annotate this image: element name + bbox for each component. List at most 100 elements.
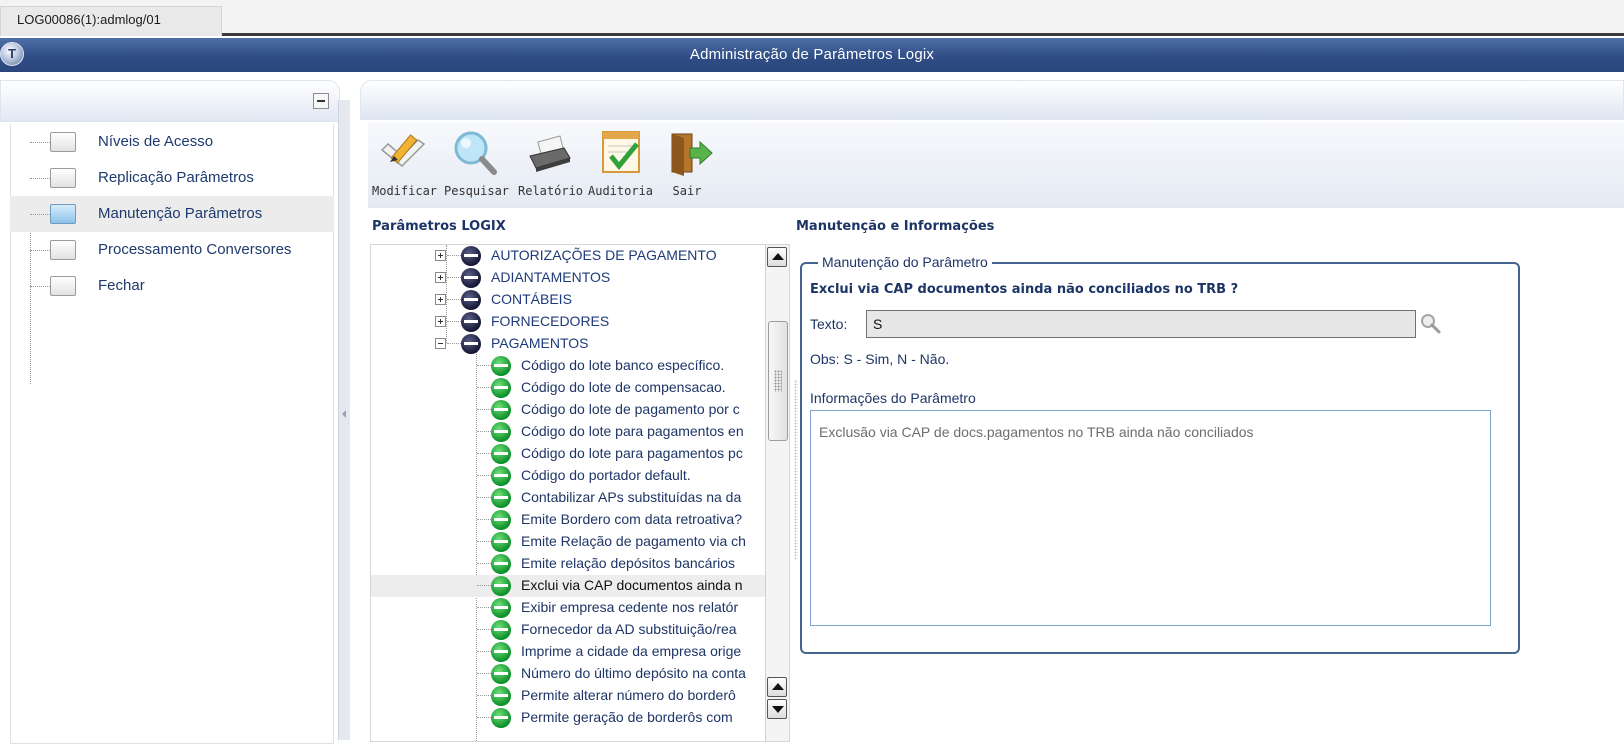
- param-node-icon: [491, 686, 511, 706]
- parameters-tree[interactable]: AUTORIZAÇÕES DE PAGAMENTO ADIANTAMENTOS …: [370, 244, 790, 742]
- tree-param-item[interactable]: Número do último depósito na conta: [371, 663, 765, 685]
- scroll-up-button[interactable]: [767, 247, 787, 267]
- tree-item-label: Código do lote para pagamentos pc: [521, 445, 743, 461]
- printer-icon: [524, 128, 574, 176]
- tree-item-label: PAGAMENTOS: [491, 335, 589, 351]
- connector-line: [30, 178, 52, 179]
- page-icon: [50, 168, 76, 188]
- sidebar-item-manutencao-parametros[interactable]: Manutenção Parâmetros: [10, 196, 334, 232]
- search-button[interactable]: Pesquisar: [444, 128, 509, 208]
- audit-button[interactable]: Auditoria: [588, 128, 653, 208]
- connector-line: [477, 519, 491, 520]
- detail-section-title: Manutenção e Informações: [796, 219, 995, 234]
- tree-param-item[interactable]: Exibir empresa cedente nos relatór: [371, 597, 765, 619]
- texto-field[interactable]: S: [866, 310, 1416, 338]
- tree-param-item[interactable]: Código do lote de pagamento por c: [371, 399, 765, 421]
- connector-line: [477, 409, 491, 410]
- param-node-icon: [491, 356, 511, 376]
- panel-splitter[interactable]: [338, 100, 350, 740]
- tree-item-label: FORNECEDORES: [491, 313, 610, 329]
- connector-line: [30, 142, 52, 143]
- tree-item-label: Emite relação depósitos bancários: [521, 555, 736, 571]
- connector-line: [477, 365, 491, 366]
- tree-category-contabeis[interactable]: CONTÁBEIS: [371, 289, 765, 311]
- sidebar-item-replicacao-parametros[interactable]: Replicação Parâmetros: [10, 160, 334, 196]
- connector-line: [30, 250, 52, 251]
- tree-param-item[interactable]: Emite Relação de pagamento via ch: [371, 531, 765, 553]
- param-node-icon: [491, 400, 511, 420]
- tree-category-fornecedores[interactable]: FORNECEDORES: [371, 311, 765, 333]
- tree-param-item-selected[interactable]: Exclui via CAP documentos ainda n: [371, 575, 765, 597]
- lookup-magnifier-icon[interactable]: [1420, 313, 1442, 335]
- texto-label: Texto:: [810, 316, 848, 332]
- tree-param-item[interactable]: Imprime a cidade da empresa orige: [371, 641, 765, 663]
- category-node-icon: [461, 334, 481, 354]
- title-bar: T Administração de Parâmetros Logix: [0, 38, 1624, 72]
- param-node-icon: [491, 664, 511, 684]
- tree-item-label: Permite alterar número do borderô: [521, 687, 736, 703]
- sidebar-item-niveis-acesso[interactable]: Níveis de Acesso: [10, 124, 334, 160]
- collapse-panel-button[interactable]: [313, 93, 329, 109]
- tree-item-label: Código do lote banco específico.: [521, 357, 725, 373]
- tree-param-item[interactable]: Fornecedor da AD substituição/rea: [371, 619, 765, 641]
- tree-param-item[interactable]: Permite geração de borderôs com: [371, 707, 765, 729]
- tree-scrollbar[interactable]: [765, 245, 789, 741]
- scrollbar-thumb[interactable]: [768, 321, 788, 441]
- session-tab[interactable]: LOG00086(1):admlog/01: [0, 6, 222, 36]
- category-node-icon: [461, 290, 481, 310]
- tree-param-item[interactable]: Emite Bordero com data retroativa?: [371, 509, 765, 531]
- tree-param-item[interactable]: Emite relação depósitos bancários: [371, 553, 765, 575]
- tree-item-label: Código do lote de pagamento por c: [521, 401, 740, 417]
- page-icon: [50, 132, 76, 152]
- tree-param-item[interactable]: Código do lote para pagamentos en: [371, 421, 765, 443]
- sidebar-item-fechar[interactable]: Fechar: [10, 268, 334, 304]
- tree-item-label: Exclui via CAP documentos ainda n: [521, 577, 743, 593]
- tree-category-autorizacoes[interactable]: AUTORIZAÇÕES DE PAGAMENTO: [371, 245, 765, 267]
- expand-icon[interactable]: [435, 250, 446, 261]
- tree-category-pagamentos[interactable]: PAGAMENTOS: [371, 333, 765, 355]
- modify-button[interactable]: Modificar: [372, 128, 437, 208]
- checklist-icon: [595, 128, 645, 176]
- tree-param-item[interactable]: Código do lote de compensacao.: [371, 377, 765, 399]
- tree-param-item[interactable]: Contabilizar APs substituídas na da: [371, 487, 765, 509]
- parameter-question: Exclui via CAP documentos ainda não conc…: [810, 282, 1239, 297]
- param-node-icon: [491, 422, 511, 442]
- navigation-panel: Níveis de Acesso Replicação Parâmetros M…: [0, 80, 345, 744]
- expand-icon[interactable]: [435, 272, 446, 283]
- tree-item-label: Código do portador default.: [521, 467, 691, 483]
- tree-param-item[interactable]: Código do lote para pagamentos pc: [371, 443, 765, 465]
- connector-line: [477, 629, 491, 630]
- tree-param-item[interactable]: Código do lote banco específico.: [371, 355, 765, 377]
- connector-line: [477, 387, 491, 388]
- pane-splitter-handle[interactable]: [794, 380, 798, 560]
- param-node-icon: [491, 444, 511, 464]
- tree-param-item[interactable]: Permite alterar número do borderô: [371, 685, 765, 707]
- tree-param-item[interactable]: Código do portador default.: [371, 465, 765, 487]
- expand-icon[interactable]: [435, 316, 446, 327]
- sidebar-item-label: Processamento Conversores: [98, 241, 292, 258]
- tree-section-title: Parâmetros LOGIX: [372, 219, 506, 234]
- connector-line: [447, 277, 461, 278]
- parameter-info-textarea[interactable]: Exclusão via CAP de docs.pagamentos no T…: [810, 410, 1491, 626]
- report-button[interactable]: Relatório: [518, 128, 583, 208]
- param-node-icon: [491, 532, 511, 552]
- param-node-icon: [491, 620, 511, 640]
- expand-icon[interactable]: [435, 294, 446, 305]
- content-panel-header: [360, 80, 1624, 120]
- pencil-check-icon: [378, 128, 428, 176]
- sidebar-item-processamento-conversores[interactable]: Processamento Conversores: [10, 232, 334, 268]
- page-icon: [50, 204, 76, 224]
- arrow-up-icon: [772, 683, 784, 690]
- tree-item-label: Código do lote para pagamentos en: [521, 423, 744, 439]
- scroll-down-button[interactable]: [767, 699, 787, 719]
- connector-line: [477, 563, 491, 564]
- scroll-up-button-bottom[interactable]: [767, 677, 787, 697]
- exit-door-icon: [664, 128, 714, 176]
- exit-button[interactable]: Sair: [664, 128, 713, 208]
- param-node-icon: [491, 510, 511, 530]
- navigation-panel-header: [0, 80, 340, 122]
- tree-item-label: Número do último depósito na conta: [521, 665, 746, 681]
- tree-category-adiantamentos[interactable]: ADIANTAMENTOS: [371, 267, 765, 289]
- collapse-icon[interactable]: [435, 338, 446, 349]
- connector-line: [477, 585, 491, 586]
